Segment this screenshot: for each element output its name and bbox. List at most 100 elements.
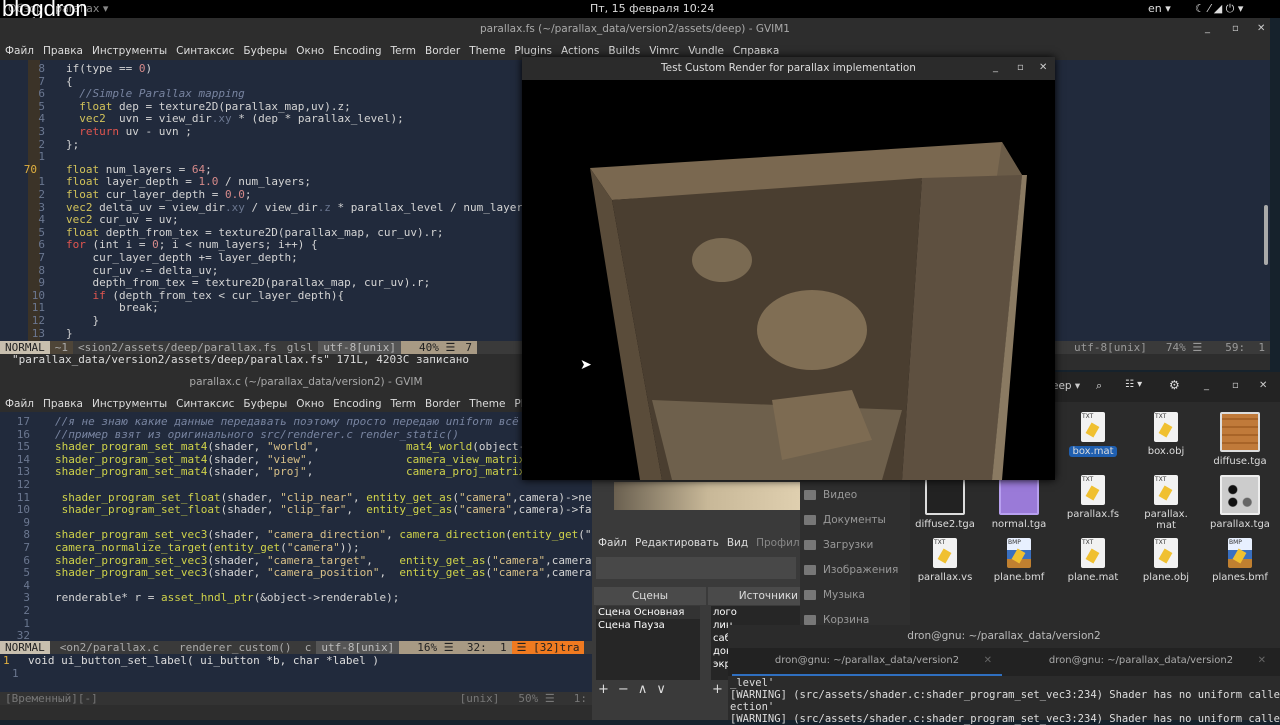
minimize-button[interactable]: _ [1204,380,1209,391]
language-switcher[interactable]: en ▾ [1148,2,1171,15]
code-line[interactable]: }; [66,138,79,151]
menu-item-border[interactable]: Border [425,45,460,57]
file-item[interactable]: diffuse2.tga [915,475,975,530]
obs-menu-2[interactable]: Вид [727,537,748,549]
code-line[interactable]: void ui_button_set_label( ui_button *b, … [28,654,379,667]
code-line[interactable]: if(type == 0) [66,62,152,75]
code-line[interactable]: //пример взят из оригинального src/rende… [55,428,459,441]
menu-item-term[interactable]: Term [391,45,416,57]
file-item[interactable]: TXT box.mat [1063,412,1123,457]
obs-menu-0[interactable]: Файл [598,537,627,549]
list-view-icon[interactable]: ☷ ▾ [1125,379,1142,390]
sidebar-item[interactable]: Загрузки [800,532,910,557]
scene-button[interactable]: ∨ [656,682,666,697]
menu-item-builds[interactable]: Builds [608,45,640,57]
code-line[interactable]: shader_program_set_vec3(shader, "camera_… [55,554,592,567]
code-line[interactable]: vec2 cur_uv = uv; [66,213,179,226]
file-item[interactable]: TXT parallax. mat [1136,475,1196,531]
scene-button[interactable]: − [618,682,629,697]
clock[interactable]: Пт, 15 февраля 10:24 [590,2,714,15]
scene-item[interactable]: Сцена Основная [596,606,700,619]
parallax-scene-render[interactable] [522,80,1055,480]
sidebar-item[interactable]: Документы [800,507,910,532]
path-bar[interactable]: eep ▾ [1052,380,1080,392]
obs-menu-1[interactable]: Редактировать [635,537,719,549]
code-line[interactable]: shader_program_set_float(shader, "clip_n… [55,491,592,504]
sidebar-item[interactable]: Изображения [800,557,910,582]
code-line[interactable]: shader_program_set_mat4(shader, "world",… [55,440,585,453]
code-line[interactable]: cur_layer_depth += layer_depth; [66,251,297,264]
code-line[interactable]: vec2 delta_uv = view_dir.xy / view_dir.z… [66,201,536,214]
file-item[interactable]: parallax.tga [1210,475,1270,530]
code-line[interactable]: float layer_depth = 1.0 / num_layers; [66,175,311,188]
gear-icon[interactable]: ⚙ [1169,378,1180,392]
menu-item-синтаксис[interactable]: Синтаксис [176,398,234,410]
menu-item-encoding[interactable]: Encoding [333,45,381,57]
file-item[interactable]: TXT plane.mat [1063,538,1123,583]
menu-item-actions[interactable]: Actions [561,45,599,57]
gvim2-editor[interactable]: 17//я не знаю какие данные передавать по… [0,412,592,642]
code-line[interactable]: shader_program_set_mat4(shader, "proj", … [55,465,591,478]
code-line[interactable]: } [66,327,73,340]
minimize-button[interactable]: _ [993,62,998,73]
source-item[interactable]: лого [711,606,801,619]
add-source-button[interactable]: + [712,682,723,697]
file-item[interactable]: TXT box.obj [1136,412,1196,457]
file-item[interactable]: TXT parallax.vs [915,538,975,583]
maximize-button[interactable]: ▫ [1232,380,1239,391]
sidebar-item[interactable]: Музыка [800,582,910,607]
code-line[interactable]: shader_program_set_vec3(shader, "camera_… [55,566,592,579]
menu-item-файл[interactable]: Файл [5,45,34,57]
file-item[interactable]: diffuse.tga [1210,412,1270,467]
menu-item-theme[interactable]: Theme [469,398,505,410]
file-item[interactable]: BMP plane.bmf [989,538,1049,583]
terminal-tab-2[interactable]: dron@gnu: ~/parallax_data/version2 ✕ [1006,648,1276,676]
terminal-output[interactable]: _level' [WARNING] (src/assets/shader.c:sh… [730,677,1280,725]
menu-item-правка[interactable]: Правка [43,45,83,57]
code-line[interactable]: for (int i = 0; i < num_layers; i++) { [66,238,318,251]
scene-button[interactable]: + [598,682,609,697]
sidebar-item[interactable]: Видео [800,482,910,507]
menu-item-vundle[interactable]: Vundle [688,45,724,57]
code-line[interactable]: } [66,314,99,327]
file-item[interactable]: BMP planes.bmf [1210,538,1270,583]
close-button[interactable]: ✕ [1039,62,1047,73]
menu-item-правка[interactable]: Правка [43,398,83,410]
obs-menu-3[interactable]: Профиль [756,537,806,549]
code-line[interactable]: float cur_layer_depth = 0.0; [66,188,251,201]
menu-item-справка[interactable]: Справка [733,45,779,57]
file-item[interactable]: normal.tga [989,475,1049,530]
menu-item-plugins[interactable]: Plugins [514,45,552,57]
menu-item-theme[interactable]: Theme [469,45,505,57]
close-button[interactable]: ✕ [1257,23,1265,34]
code-line[interactable]: { [66,75,73,88]
code-line[interactable]: //Simple Parallax mapping [66,87,245,100]
scrollbar[interactable] [1264,205,1268,265]
code-line[interactable]: depth_from_tex = texture2D(parallax_map,… [66,276,430,289]
code-line[interactable]: //я не знаю какие данные передавать поэт… [55,415,519,428]
code-line[interactable]: vec2 uvn = view_dir.xy * (dep * parallax… [66,112,404,125]
code-line[interactable]: return uv - uvn ; [66,125,192,138]
terminal-tab-1[interactable]: dron@gnu: ~/parallax_data/version2 ✕ [732,648,1002,676]
menu-item-border[interactable]: Border [425,398,460,410]
code-line[interactable]: shader_program_set_vec3(shader, "camera_… [55,528,592,541]
menu-item-окно[interactable]: Окно [296,398,324,410]
menu-item-инструменты[interactable]: Инструменты [92,398,167,410]
file-item[interactable]: TXT plane.obj [1136,538,1196,583]
menu-item-буферы[interactable]: Буферы [243,45,287,57]
code-line[interactable]: cur_uv -= delta_uv; [66,264,218,277]
search-icon[interactable]: ⌕ [1096,379,1102,393]
code-line[interactable]: float num_layers = 64; [66,163,212,176]
maximize-button[interactable]: ▫ [1232,23,1239,34]
code-line[interactable]: renderable* r = asset_hndl_ptr(&object->… [55,591,399,604]
menu-item-term[interactable]: Term [391,398,416,410]
code-line[interactable]: break; [66,301,159,314]
minimize-button[interactable]: _ [1205,23,1210,34]
code-line[interactable]: shader_program_set_float(shader, "clip_f… [55,503,592,516]
file-item[interactable]: TXT parallax.fs [1063,475,1123,520]
scene-item[interactable]: Сцена Пауза [596,619,700,632]
code-line[interactable]: shader_program_set_mat4(shader, "view", … [55,453,591,466]
maximize-button[interactable]: ▫ [1017,62,1024,73]
code-line[interactable]: camera_normalize_target(entity_get("came… [55,541,360,554]
menu-item-окно[interactable]: Окно [296,45,324,57]
